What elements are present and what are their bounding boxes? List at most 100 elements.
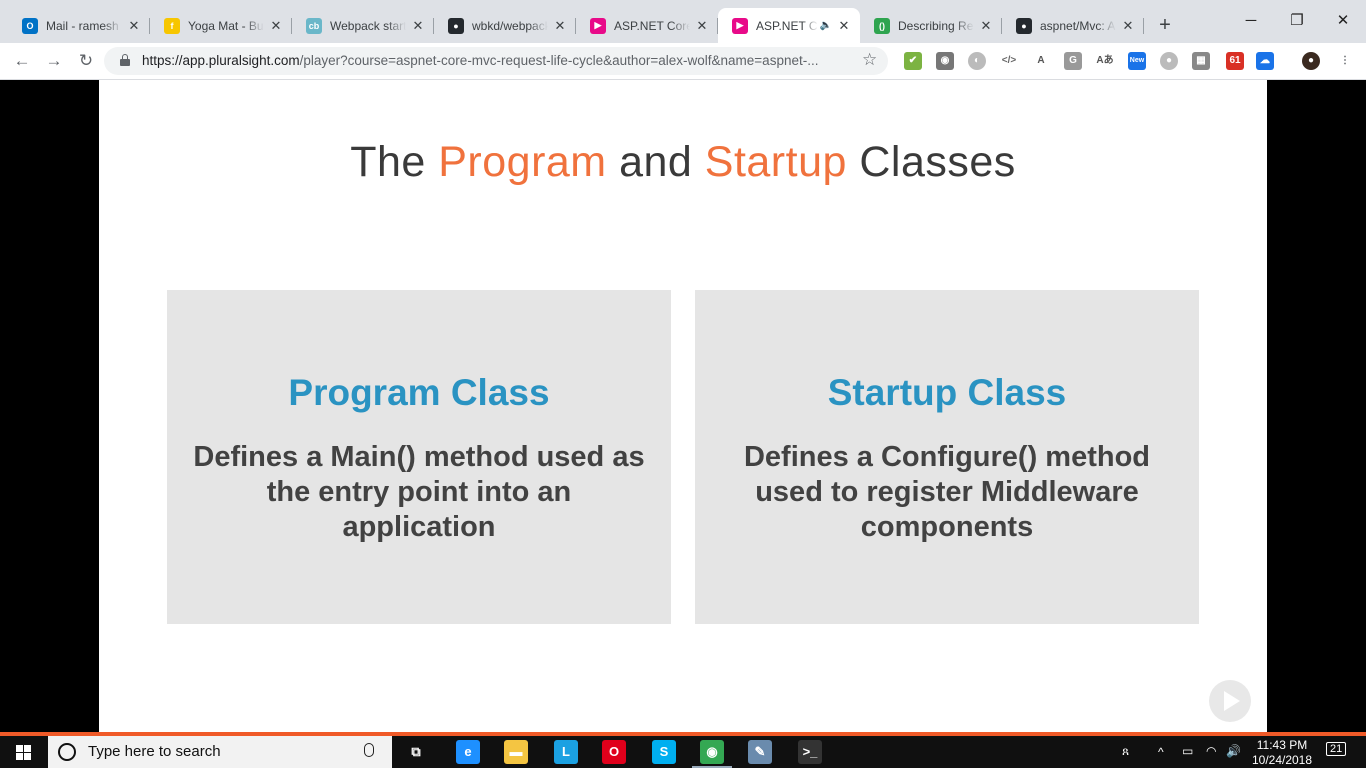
- card-title: Startup Class: [827, 372, 1067, 413]
- terminal-icon[interactable]: >_: [798, 740, 822, 764]
- volume-icon[interactable]: 🔊: [1226, 744, 1241, 758]
- tab-0[interactable]: O Mail - ramesh ✕: [8, 8, 150, 43]
- url-path: /player?course=aspnet-core-mvc-request-l…: [299, 53, 819, 68]
- codeburst-icon: cb: [306, 17, 322, 34]
- taskbar-search[interactable]: Type here to search: [48, 736, 392, 768]
- program-class-card: Program Class Defines a Main() method us…: [167, 290, 671, 624]
- code-icon[interactable]: </>: [1000, 52, 1018, 70]
- clock-date: 10/24/2018: [1251, 753, 1313, 767]
- title-part: and: [606, 138, 705, 186]
- flipkart-icon: f: [164, 17, 180, 34]
- tab-7[interactable]: ● aspnet/Mvc: A ✕: [1002, 8, 1144, 43]
- close-window-button[interactable]: ✕: [1320, 6, 1366, 36]
- opera-icon[interactable]: O: [602, 740, 626, 764]
- tab-3[interactable]: ● wbkd/webpack ✕: [434, 8, 576, 43]
- tab-5[interactable]: ▶ ASP.NET C 🔈 ✕: [718, 8, 860, 43]
- wifi-icon[interactable]: ◠: [1206, 744, 1216, 758]
- close-tab-icon[interactable]: ✕: [1120, 18, 1136, 34]
- close-tab-icon[interactable]: ✕: [410, 18, 426, 34]
- font-icon[interactable]: Aあ: [1096, 52, 1114, 70]
- windows-taskbar: Type here to search ⧉ e ▬ L O S ◉ ✎ >_ ጸ ^ ▭ ◠ 🔊…: [0, 736, 1366, 768]
- tab-title: Mail - ramesh: [46, 18, 119, 33]
- angular-icon[interactable]: A: [1032, 52, 1050, 70]
- outlook-icon: O: [22, 17, 38, 34]
- green-circle-icon: (): [874, 17, 890, 34]
- lock-icon: [120, 54, 130, 66]
- google-translate-icon[interactable]: G: [1064, 52, 1082, 70]
- clock-time: 11:43 PM: [1256, 738, 1308, 752]
- lync-icon[interactable]: L: [554, 740, 578, 764]
- camera-icon[interactable]: ◉: [936, 52, 954, 70]
- title-highlight-program: Program: [438, 138, 607, 186]
- tab-4[interactable]: ▶ ASP.NET Core ✕: [576, 8, 718, 43]
- card-body: Defines a Configure() method used to reg…: [743, 441, 1150, 543]
- people-icon[interactable]: ጸ: [1122, 744, 1129, 759]
- cortana-icon: [58, 743, 76, 761]
- notification-center-icon[interactable]: 21: [1326, 742, 1347, 756]
- cloud-icon[interactable]: ☁: [1256, 52, 1274, 70]
- new-badge-icon[interactable]: New: [1128, 52, 1146, 70]
- tab-title: wbkd/webpack: [472, 18, 548, 33]
- course-slide: The Program and Startup Classes Program …: [99, 80, 1267, 732]
- tab-title: ASP.NET C: [756, 18, 818, 33]
- reload-button[interactable]: ↻: [74, 49, 98, 73]
- profile-avatar-icon[interactable]: ●: [1302, 52, 1320, 70]
- microphone-icon[interactable]: [364, 743, 374, 757]
- table-icon[interactable]: ▦: [1192, 52, 1210, 70]
- paint-icon[interactable]: ✎: [748, 740, 772, 764]
- system-clock[interactable]: 11:43 PM 10/24/2018: [1248, 738, 1316, 768]
- pluralsight-icon: ▶: [590, 17, 606, 34]
- close-tab-icon[interactable]: ✕: [694, 18, 710, 34]
- title-part: The: [350, 138, 439, 186]
- tab-title: ASP.NET Core: [614, 18, 690, 33]
- close-tab-icon[interactable]: ✕: [552, 18, 568, 34]
- new-tab-button[interactable]: +: [1154, 14, 1176, 36]
- grammar-check-icon[interactable]: ✔: [904, 52, 922, 70]
- card-body: Defines a Main() method used as the entr…: [193, 441, 645, 543]
- menu-icon[interactable]: ⋮: [1336, 52, 1354, 70]
- slide-title: The Program and Startup Classes: [99, 138, 1267, 187]
- ghost-icon[interactable]: ◐: [968, 52, 986, 70]
- chevron-up-icon[interactable]: ^: [1158, 745, 1164, 759]
- tab-2[interactable]: cb Webpack start ✕: [292, 8, 434, 43]
- restore-button[interactable]: ❐: [1274, 6, 1320, 36]
- pluralsight-play-icon[interactable]: [1209, 680, 1251, 722]
- pluralsight-icon: ▶: [732, 17, 748, 34]
- tab-title: Describing Rec: [898, 18, 974, 33]
- github-icon: ●: [1016, 17, 1032, 34]
- card-title: Program Class: [288, 372, 550, 413]
- close-tab-icon[interactable]: ✕: [836, 18, 852, 34]
- circle-icon[interactable]: ●: [1160, 52, 1178, 70]
- close-tab-icon[interactable]: ✕: [268, 18, 284, 34]
- github-icon: ●: [448, 17, 464, 34]
- tab-title: Webpack start: [330, 18, 406, 33]
- url-text[interactable]: https://app.pluralsight.com/player?cours…: [142, 53, 850, 68]
- notifications-icon[interactable]: 61: [1226, 52, 1244, 70]
- chrome-icon[interactable]: ◉: [700, 740, 724, 764]
- forward-button[interactable]: →: [42, 49, 66, 73]
- close-tab-icon[interactable]: ✕: [978, 18, 994, 34]
- address-bar[interactable]: https://app.pluralsight.com/player?cours…: [104, 47, 888, 75]
- file-explorer-icon[interactable]: ▬: [504, 740, 528, 764]
- skype-icon[interactable]: S: [652, 740, 676, 764]
- tab-6[interactable]: () Describing Rec ✕: [860, 8, 1002, 43]
- title-highlight-startup: Startup: [704, 138, 847, 186]
- startup-class-card: Startup Class Defines a Configure() meth…: [695, 290, 1199, 624]
- tab-1[interactable]: f Yoga Mat - Buy ✕: [150, 8, 292, 43]
- tab-strip: O Mail - ramesh ✕ f Yoga Mat - Buy ✕ cb Webpack…: [0, 0, 1366, 43]
- tab-title: Yoga Mat - Buy: [188, 18, 264, 33]
- browser-toolbar: ← → ↻ https://app.pluralsight.com/player…: [0, 43, 1366, 80]
- back-button[interactable]: ←: [10, 49, 34, 73]
- windows-logo-icon: [16, 745, 31, 760]
- battery-icon[interactable]: ▭: [1182, 744, 1193, 758]
- close-tab-icon[interactable]: ✕: [126, 18, 142, 34]
- url-host: https://app.pluralsight.com: [142, 53, 300, 68]
- edge-icon[interactable]: e: [456, 740, 480, 764]
- speaker-icon[interactable]: 🔈: [820, 20, 832, 31]
- minimize-button[interactable]: ─: [1228, 6, 1274, 36]
- tab-title: aspnet/Mvc: A: [1040, 18, 1116, 33]
- task-view-icon[interactable]: ⧉: [404, 740, 428, 764]
- search-placeholder: Type here to search: [88, 743, 221, 760]
- start-button[interactable]: [0, 736, 48, 768]
- bookmark-star-icon[interactable]: ☆: [862, 50, 877, 70]
